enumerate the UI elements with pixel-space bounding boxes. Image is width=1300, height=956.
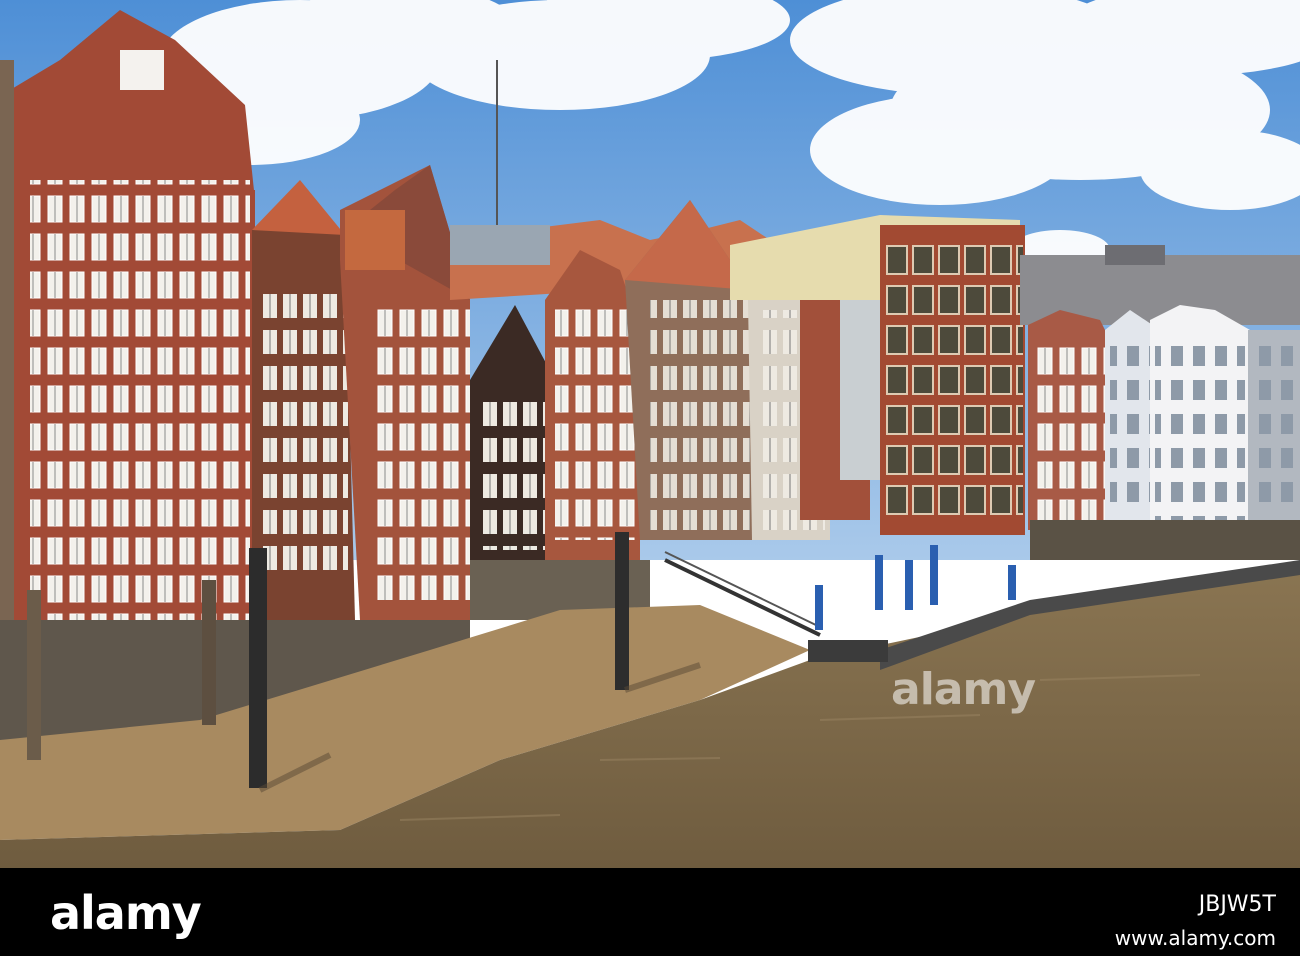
building-modern-brick [880, 225, 1025, 535]
site-url: www.alamy.com [1114, 926, 1276, 950]
back-building [450, 225, 550, 265]
canal-scene [0, 0, 1300, 868]
buildings-right [1028, 305, 1300, 530]
glass-tower [840, 300, 880, 480]
photo: alamy [0, 0, 1300, 868]
building-brick-mid [545, 250, 640, 560]
watermark: alamy [891, 664, 1036, 715]
building-timber-1 [252, 180, 355, 620]
alamy-logo: alamy [50, 886, 202, 940]
image-code: JBJW5T [1198, 892, 1276, 917]
